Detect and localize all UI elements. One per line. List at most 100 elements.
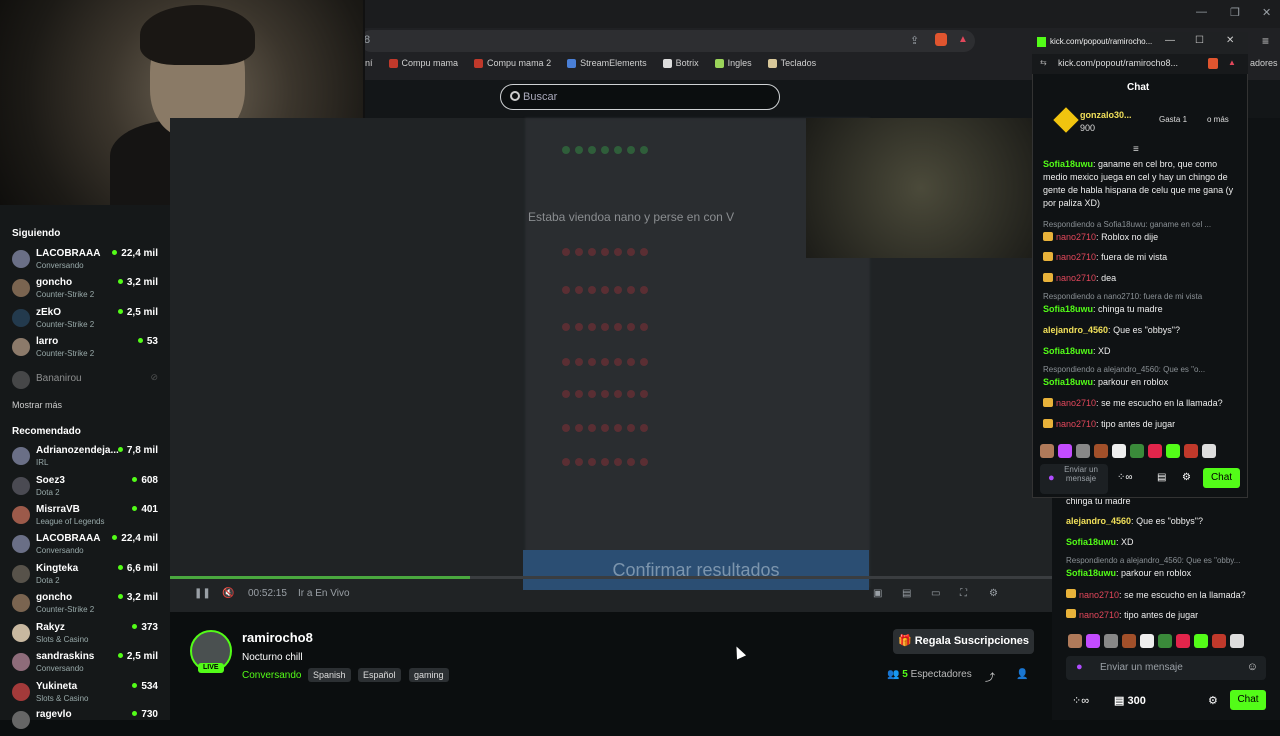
video-player[interactable]: Estaba viendoa nano y perse en con V Con… <box>170 118 1052 612</box>
emote-icon[interactable] <box>1140 634 1154 648</box>
emote-icon[interactable] <box>1086 634 1100 648</box>
emote-icon[interactable] <box>1104 634 1118 648</box>
infinity-icon[interactable]: ⁘∞ <box>1072 694 1089 707</box>
sidebar-channel[interactable]: LACOBRAAA Conversando 22,4 mil <box>12 247 162 275</box>
popout-chat-input[interactable]: ● Enviar un mensaje <box>1040 464 1108 494</box>
bookmark-item[interactable]: StreamElements <box>567 58 647 68</box>
pinned-collapse-icon[interactable]: ≡ <box>1133 144 1139 155</box>
infinity-icon[interactable]: ⁘∞ <box>1117 472 1133 483</box>
mic-icon[interactable]: ● <box>1048 472 1055 484</box>
chat-user[interactable]: nano2710 <box>1056 398 1096 408</box>
sidebar-channel-offline[interactable]: Bananirou ⊘ <box>12 368 162 396</box>
bookmark-item[interactable]: Botrix <box>662 58 699 68</box>
share-icon[interactable]: ⇪ <box>910 34 919 47</box>
pip-icon[interactable]: ▤ <box>902 588 911 599</box>
chat-user[interactable]: nano2710 <box>1056 252 1096 262</box>
fullscreen-icon[interactable]: ⛶ <box>960 588 967 599</box>
sidebar-channel[interactable]: Soez3 Dota 2 608 <box>12 474 162 502</box>
chat-settings-icon[interactable]: ⚙ <box>1208 694 1218 707</box>
chat-input[interactable]: ● Enviar un mensaje ☺ <box>1066 656 1266 680</box>
points-display[interactable]: ▤ 300 <box>1114 694 1146 707</box>
sidebar-channel[interactable]: ragevlo 730 <box>12 708 162 736</box>
chat-user[interactable]: Sofia18uwu <box>1043 346 1093 356</box>
emote-icon[interactable] <box>1166 444 1180 458</box>
streamer-name[interactable]: ramirocho8 <box>242 630 313 645</box>
emote-icon[interactable] <box>1184 444 1198 458</box>
popout-send-chat-button[interactable]: Chat <box>1203 468 1240 488</box>
chat-settings-icon[interactable]: ⚙ <box>1182 472 1191 483</box>
sidebar-channel[interactable]: zEkO Counter-Strike 2 2,5 mil <box>12 306 162 334</box>
emote-icon[interactable] <box>1122 634 1136 648</box>
sidebar-channel[interactable]: Kingteka Dota 2 6,6 mil <box>12 562 162 590</box>
theater-icon[interactable]: ▭ <box>931 588 940 599</box>
emote-icon[interactable] <box>1176 634 1190 648</box>
search-input[interactable]: Buscar <box>500 84 780 110</box>
chat-user[interactable]: Sofia18uwu <box>1043 377 1093 387</box>
emote-icon[interactable] <box>1148 444 1162 458</box>
popout-address-bar[interactable]: ⇆ kick.com/popout/ramirocho8... ▲ <box>1032 54 1248 74</box>
mute-icon[interactable]: 🔇 <box>222 588 234 599</box>
emote-icon[interactable] <box>1230 634 1244 648</box>
chat-user[interactable]: Sofia18uwu <box>1043 159 1093 169</box>
sidebar-channel[interactable]: Rakyz Slots & Casino 373 <box>12 621 162 649</box>
emoji-icon[interactable]: ☺ <box>1247 661 1258 673</box>
bookmark-item[interactable]: Teclados <box>767 58 816 68</box>
bookmark-overflow[interactable]: adores <box>1250 58 1278 68</box>
store-icon[interactable]: ▤ <box>1157 472 1166 483</box>
send-chat-button[interactable]: Chat <box>1230 690 1266 710</box>
address-bar[interactable]: 8 <box>360 30 975 52</box>
sidebar-channel[interactable]: sandraskins Conversando 2,5 mil <box>12 650 162 678</box>
rewards-icon[interactable]: ▲ <box>958 34 968 45</box>
chat-user[interactable]: nano2710 <box>1079 590 1119 600</box>
pause-icon[interactable]: ❚❚ <box>194 588 211 599</box>
bookmark-item[interactable]: Compu mama <box>388 58 458 68</box>
sidebar-channel[interactable]: larro Counter-Strike 2 53 <box>12 335 162 363</box>
share-icon[interactable]: ⤴ <box>985 669 995 684</box>
maximize-icon[interactable]: ❐ <box>1230 6 1240 19</box>
brave-shield-icon[interactable] <box>1208 58 1218 69</box>
emote-icon[interactable] <box>1112 444 1126 458</box>
site-info-icon[interactable]: ⇆ <box>1040 58 1047 67</box>
minimize-icon[interactable]: — <box>1196 6 1207 18</box>
chat-user[interactable]: nano2710 <box>1056 232 1096 242</box>
tag[interactable]: gaming <box>409 668 449 682</box>
top-gifter-name[interactable]: gonzalo30... <box>1080 110 1132 120</box>
chat-user[interactable]: alejandro_4560 <box>1066 516 1131 526</box>
sidebar-channel[interactable]: MisrraVB League of Legends 401 <box>12 503 162 531</box>
menu-icon[interactable]: ≡ <box>1262 34 1269 48</box>
sidebar-channel[interactable]: LACOBRAAA Conversando 22,4 mil <box>12 532 162 560</box>
rewards-icon[interactable]: ▲ <box>1228 58 1236 67</box>
emote-icon[interactable] <box>1158 634 1172 648</box>
brave-shield-icon[interactable] <box>935 33 947 46</box>
emote-icon[interactable] <box>1202 444 1216 458</box>
show-more-link[interactable]: Mostrar más <box>12 400 62 410</box>
chat-user[interactable]: nano2710 <box>1056 273 1096 283</box>
chat-user[interactable]: nano2710 <box>1079 610 1119 620</box>
emote-icon[interactable] <box>1040 444 1054 458</box>
clip-icon[interactable]: ▣ <box>873 588 882 599</box>
maximize-icon[interactable]: ☐ <box>1195 35 1204 46</box>
chat-user[interactable]: Sofia18uwu <box>1066 537 1116 547</box>
mic-icon[interactable]: ● <box>1076 661 1083 673</box>
minimize-icon[interactable]: — <box>1165 35 1175 46</box>
chat-user[interactable]: alejandro_4560 <box>1043 325 1108 335</box>
bookmark-item[interactable]: Compu mama 2 <box>474 58 551 68</box>
bookmark-item[interactable]: Ingles <box>714 58 752 68</box>
settings-icon[interactable]: ⚙ <box>989 588 998 599</box>
go-live-link[interactable]: Ir a En Vivo <box>298 588 350 599</box>
emote-icon[interactable] <box>1068 634 1082 648</box>
chat-user[interactable]: nano2710 <box>1056 419 1096 429</box>
emote-icon[interactable] <box>1212 634 1226 648</box>
stream-category[interactable]: Conversando <box>242 670 301 681</box>
emote-icon[interactable] <box>1058 444 1072 458</box>
follow-icon[interactable]: 👤 <box>1016 669 1028 680</box>
tag[interactable]: Español <box>358 668 401 682</box>
sidebar-channel[interactable]: Yukineta Slots & Casino 534 <box>12 680 162 708</box>
sidebar-channel[interactable]: goncho Counter-Strike 2 3,2 mil <box>12 591 162 619</box>
close-icon[interactable]: ✕ <box>1226 35 1234 46</box>
chat-user[interactable]: Sofia18uwu <box>1043 304 1093 314</box>
close-icon[interactable]: ✕ <box>1262 6 1271 19</box>
chat-user[interactable]: Sofia18uwu <box>1066 568 1116 578</box>
emote-icon[interactable] <box>1076 444 1090 458</box>
gift-subs-button[interactable]: 🎁 Regala Suscripciones <box>893 629 1034 654</box>
